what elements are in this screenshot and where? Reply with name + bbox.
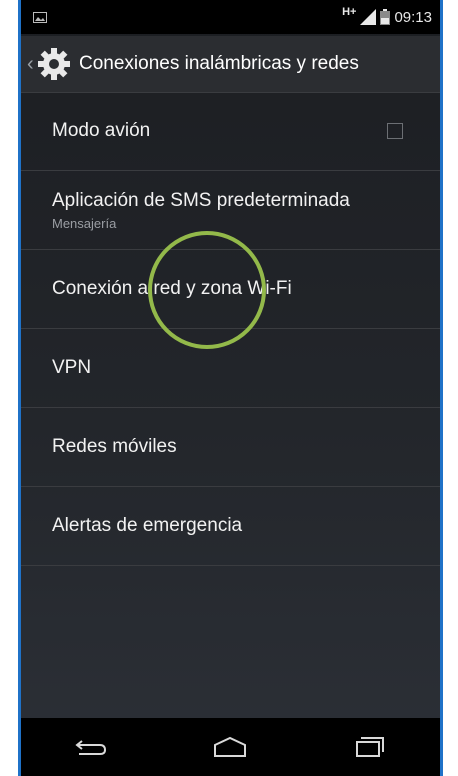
recents-button[interactable] xyxy=(340,727,400,767)
home-button[interactable] xyxy=(200,727,260,767)
back-button[interactable] xyxy=(61,727,121,767)
setting-title: Alertas de emergencia xyxy=(52,515,243,536)
signal-icon xyxy=(360,9,377,25)
setting-title: Conexión a red y zona Wi-Fi xyxy=(52,278,292,299)
image-notification-icon xyxy=(33,12,47,23)
setting-title: Redes móviles xyxy=(52,436,177,457)
up-navigation-icon[interactable]: ‹ xyxy=(27,53,37,76)
airplane-mode-checkbox[interactable] xyxy=(387,123,403,139)
network-type: H+ xyxy=(342,6,357,18)
setting-subtitle: Mensajería xyxy=(52,215,117,231)
back-icon xyxy=(75,740,106,755)
setting-airplane-mode[interactable]: Modo avión xyxy=(21,92,440,171)
status-bar: H+ 09:13 xyxy=(21,0,440,34)
clock: 09:13 xyxy=(394,8,432,26)
setting-title: VPN xyxy=(52,357,92,378)
settings-gear-icon xyxy=(38,48,70,80)
setting-default-sms-app[interactable]: Aplicación de SMS predeterminada Mensaje… xyxy=(21,171,440,250)
setting-tethering-hotspot[interactable]: Conexión a red y zona Wi-Fi xyxy=(21,250,440,329)
setting-emergency-alerts[interactable]: Alertas de emergencia xyxy=(21,487,440,566)
setting-mobile-networks[interactable]: Redes móviles xyxy=(21,408,440,487)
battery-icon xyxy=(380,9,391,25)
setting-title: Modo avión xyxy=(52,120,151,141)
phone-screen: H+ 09:13 ‹ Conexiones inalámbricas y red… xyxy=(18,0,443,776)
status-right: H+ 09:13 xyxy=(342,4,432,30)
navigation-bar xyxy=(21,718,440,776)
recents-icon xyxy=(356,737,385,757)
setting-vpn[interactable]: VPN xyxy=(21,329,440,408)
home-icon xyxy=(214,736,247,757)
settings-list: Modo avión Aplicación de SMS predetermin… xyxy=(21,92,440,566)
setting-title: Aplicación de SMS predeterminada xyxy=(52,189,350,211)
action-bar[interactable]: ‹ Conexiones inalámbricas y redes xyxy=(21,36,440,93)
page-title: Conexiones inalámbricas y redes xyxy=(79,53,359,74)
